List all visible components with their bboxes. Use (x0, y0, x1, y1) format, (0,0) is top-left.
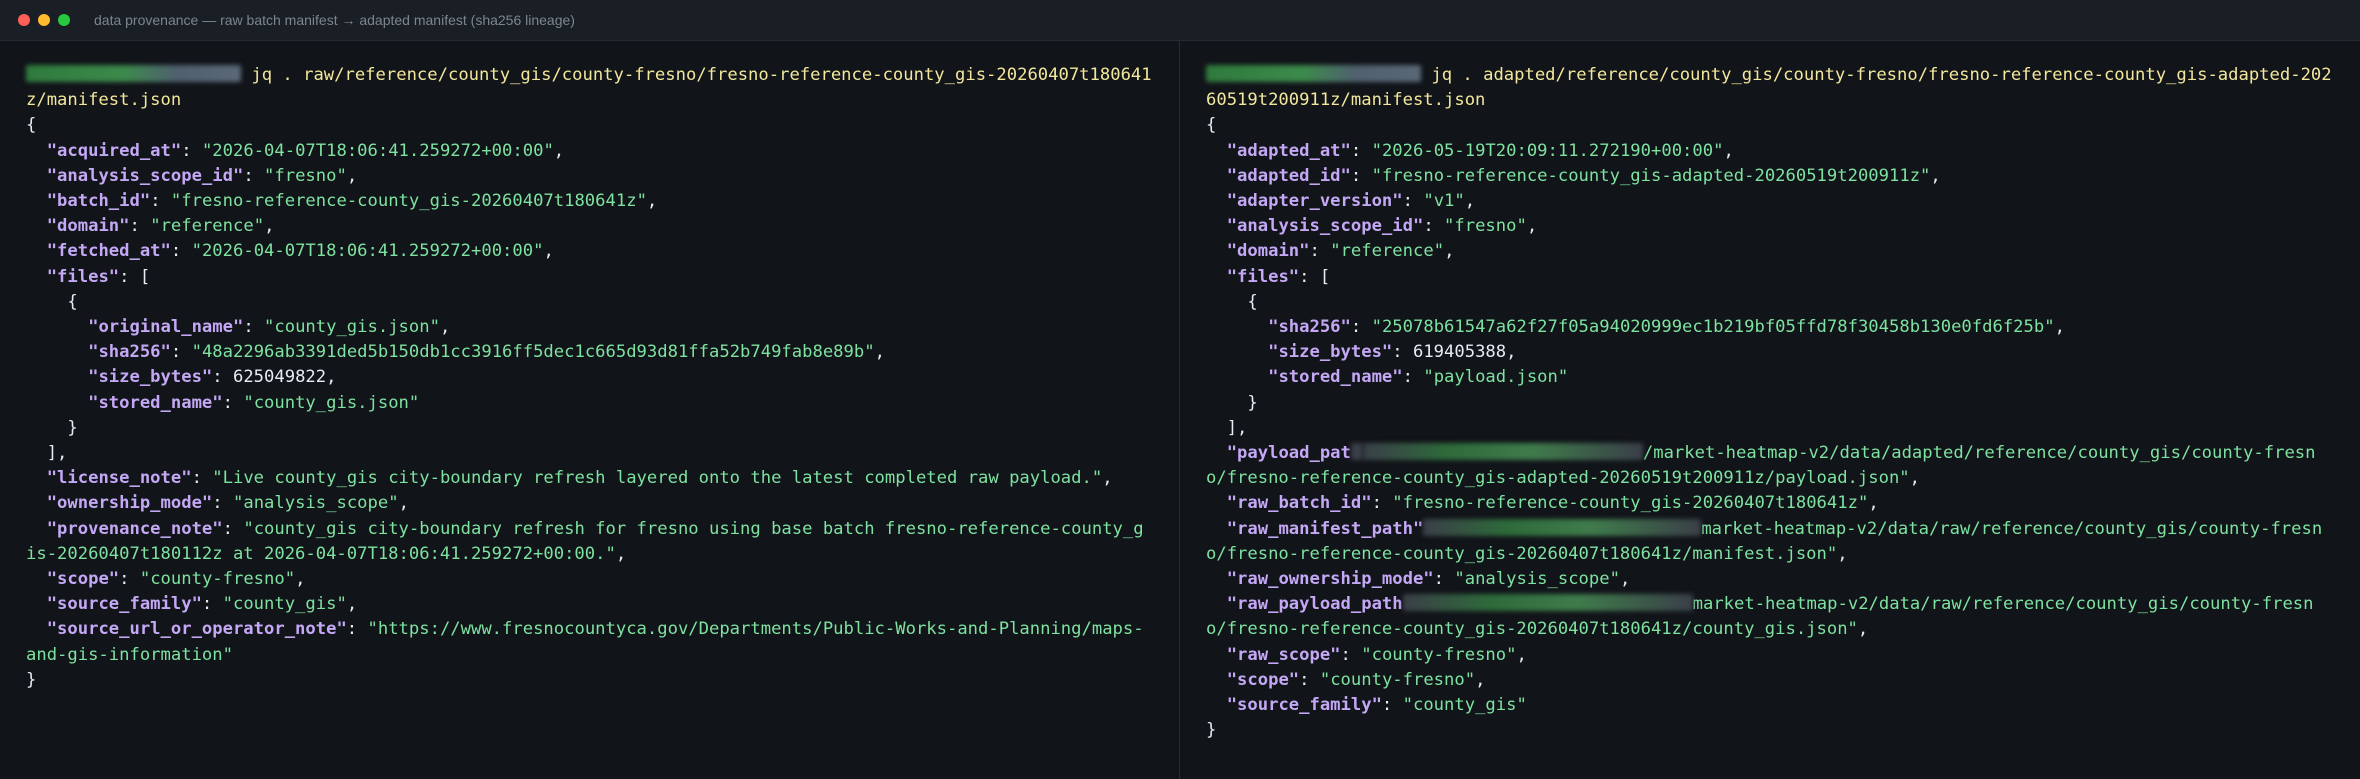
fetched-at-value: 2026-04-07T18:06:41.259272+00:00 (201, 241, 534, 262)
minimize-window-button[interactable] (38, 14, 50, 26)
analysis-scope-id-value: fresno (1454, 216, 1517, 237)
redacted-path (1362, 443, 1643, 461)
source-family-value: county_gis (232, 594, 337, 615)
scope-value: county-fresno (1330, 669, 1465, 690)
right-terminal-pane[interactable]: jq . adapted/reference/county_gis/county… (1180, 41, 2359, 779)
adapted-stored-name-value: payload.json (1433, 367, 1558, 388)
batch-id-value: fresno-reference-county_gis-20260407t180… (181, 191, 637, 212)
title-bar: data provenance — raw batch manifest → a… (0, 0, 2360, 41)
license-note-value: Live county_gis city-boundary refresh la… (222, 468, 1092, 489)
raw-manifest-output: jq . raw/reference/county_gis/county-fre… (26, 65, 1152, 690)
raw-stored-name-value: county_gis.json (253, 392, 409, 413)
domain-value: reference (1340, 241, 1434, 262)
redacted-path (1423, 518, 1702, 536)
adapted-at-value: 2026-05-19T20:09:11.272190+00:00 (1381, 140, 1714, 161)
window-title: data provenance — raw batch manifest → a… (94, 12, 575, 28)
adapted-sha256-value: 25078b61547a62f27f05a94020999ec1b219bf05… (1381, 317, 2045, 338)
redacted-path (1402, 594, 1693, 612)
raw-size-bytes-value: 625049822 (232, 367, 327, 388)
close-window-button[interactable] (18, 14, 30, 26)
redacted-prompt (26, 65, 241, 82)
redacted-segment (1350, 443, 1363, 461)
acquired-at-value: 2026-04-07T18:06:41.259272+00:00 (212, 140, 544, 161)
raw-ownership-mode-value: analysis_scope (1464, 569, 1610, 590)
scope-value: county-fresno (150, 569, 285, 590)
adapted-id-value: fresno-reference-county_gis-adapted-2026… (1381, 165, 1921, 186)
adapter-version-value: v1 (1433, 191, 1455, 212)
raw-scope-value: county-fresno (1371, 644, 1507, 665)
adapted-manifest-output: jq . adapted/reference/county_gis/county… (1206, 65, 2332, 741)
redacted-prompt (1206, 65, 1421, 82)
analysis-scope-id-value: fresno (274, 165, 337, 186)
source-family-value: county_gis (1412, 695, 1517, 716)
raw-batch-id-value: fresno-reference-county_gis-20260407t180… (1402, 493, 1858, 514)
domain-value: reference (160, 216, 254, 237)
raw-sha256-value: 48a2296ab3391ded5b150db1cc3916ff5dec1c66… (201, 342, 865, 363)
left-terminal-pane[interactable]: jq . raw/reference/county_gis/county-fre… (0, 41, 1180, 779)
ownership-mode-value: analysis_scope (243, 493, 389, 514)
maximize-window-button[interactable] (58, 14, 70, 26)
adapted-size-bytes-value: 619405388 (1412, 342, 1507, 363)
original-name-value: county_gis.json (274, 317, 430, 338)
